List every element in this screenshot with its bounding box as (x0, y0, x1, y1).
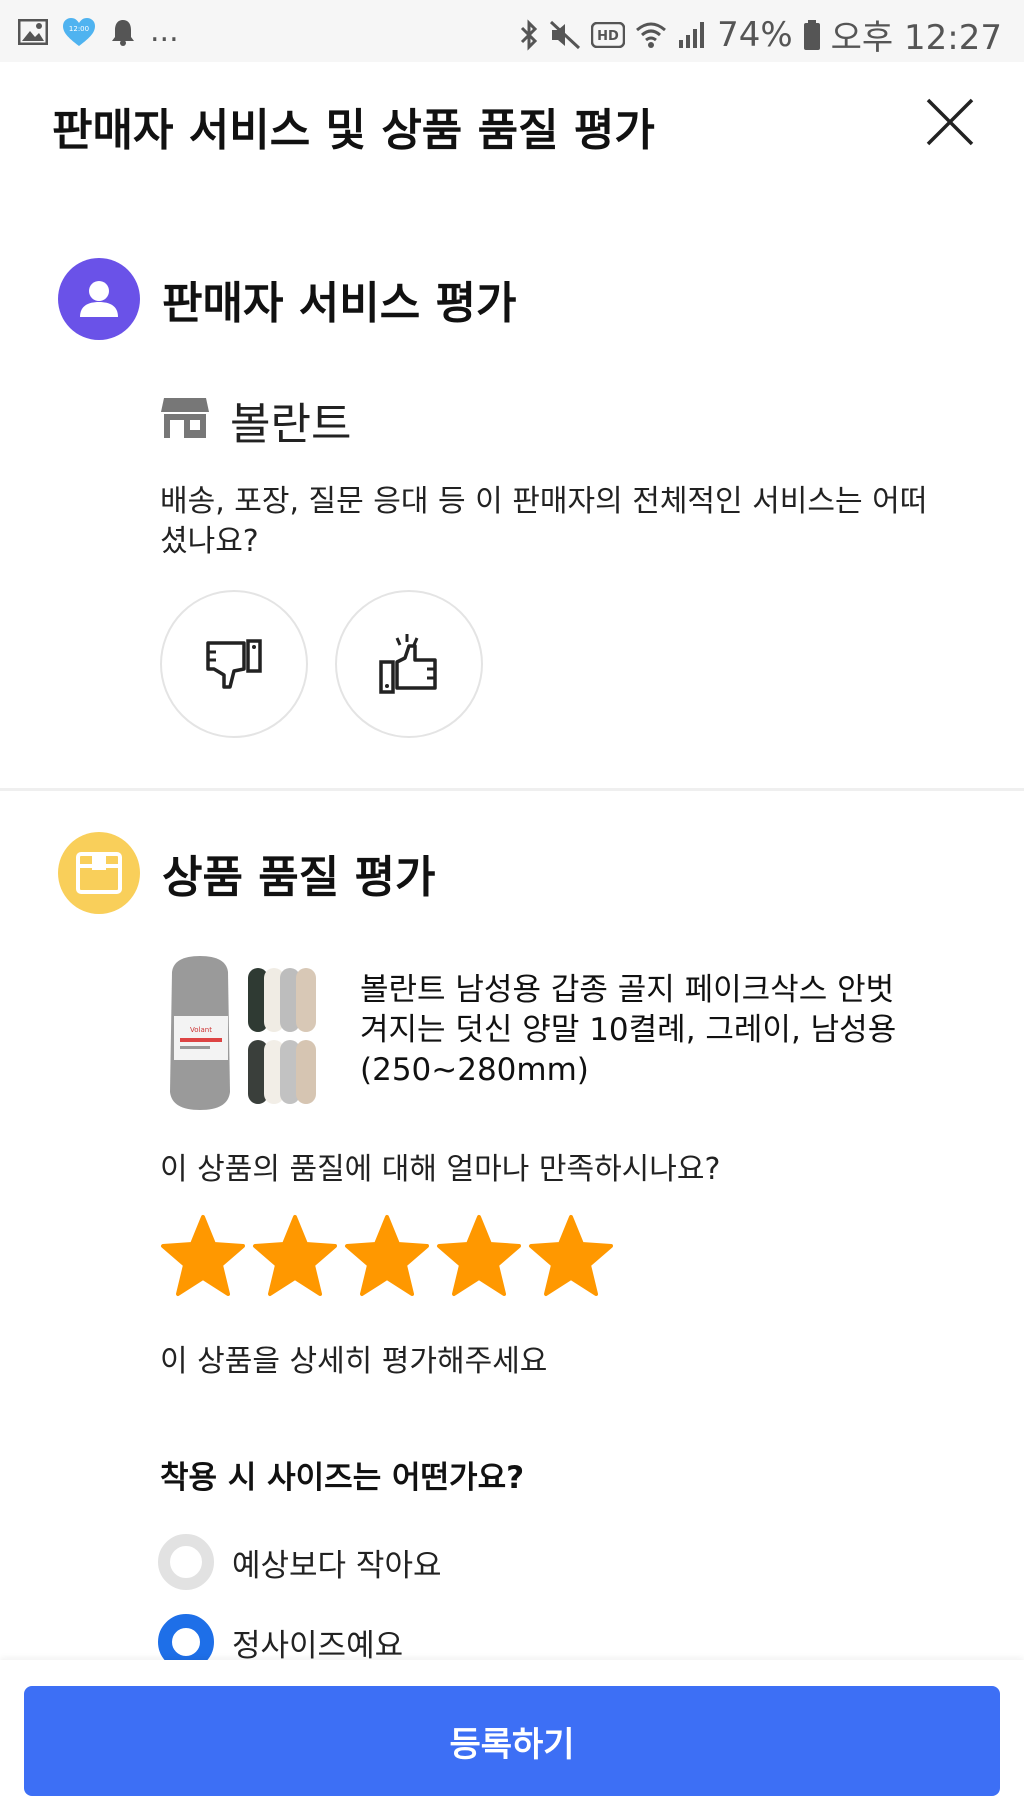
wifi-icon (635, 20, 667, 50)
store-row: 볼란트 (160, 388, 351, 452)
mute-icon (549, 20, 581, 50)
detail-prompt: 이 상품을 상세히 평가해주세요 (160, 1344, 548, 1379)
more-notifications: ... (150, 14, 179, 49)
gallery-icon (18, 18, 48, 45)
seller-question: 배송, 포장, 질문 응대 등 이 판매자의 전체적인 서비스는 어떠셨나요? (160, 484, 928, 559)
close-button[interactable] (920, 92, 980, 152)
status-bar: 12:00 ... HD 74% 오후 12:27 (0, 0, 1024, 62)
quality-section-header: 상품 품질 평가 (58, 832, 436, 914)
seller-section-header: 판매자 서비스 평가 (58, 258, 516, 340)
size-option-small-label: 예상보다 작아요 (232, 1547, 442, 1584)
battery-icon (803, 19, 821, 51)
radio-button[interactable] (158, 1534, 214, 1590)
section-divider (0, 788, 1024, 791)
product-image: Volant (164, 952, 334, 1114)
box-icon (58, 832, 140, 914)
status-left-icons: 12:00 ... (18, 14, 179, 49)
bluetooth-icon (519, 18, 539, 51)
header: 판매자 서비스 및 상품 품질 평가 (0, 62, 1024, 192)
size-option-small[interactable]: 예상보다 작아요 (158, 1534, 442, 1590)
bottom-bar: 등록하기 (0, 1660, 1024, 1820)
store-name: 볼란트 (230, 399, 352, 450)
star-icon[interactable] (528, 1214, 614, 1298)
battery-percent: 74% (717, 14, 793, 55)
heart-badge-text: 12:00 (69, 25, 89, 33)
thumbs-up-icon (379, 634, 437, 694)
submit-button[interactable]: 등록하기 (24, 1686, 1000, 1796)
person-icon (58, 258, 140, 340)
star-icon[interactable] (252, 1214, 338, 1298)
svg-text:Volant: Volant (190, 1026, 212, 1034)
thumbs-down-button[interactable] (160, 590, 308, 738)
quality-section-title: 상품 품질 평가 (162, 852, 436, 903)
clock: 오후 12:27 (830, 18, 1002, 58)
satisfaction-question: 이 상품의 품질에 대해 얼마나 만족하시나요? (160, 1152, 721, 1187)
bell-icon (110, 18, 136, 46)
size-option-true-label: 정사이즈예요 (232, 1627, 404, 1664)
product-name: 볼란트 남성용 갑종 골지 페이크삭스 안벗겨지는 덧신 양말 10켤례, 그레… (360, 972, 897, 1088)
store-icon (160, 396, 210, 444)
heart-badge-icon: 12:00 (62, 17, 96, 47)
hd-icon: HD (591, 21, 626, 48)
star-rating (160, 1214, 614, 1298)
thumbs-down-icon (206, 639, 262, 689)
star-icon[interactable] (160, 1214, 246, 1298)
thumbs-up-button[interactable] (335, 590, 483, 738)
svg-text:HD: HD (597, 29, 619, 44)
star-icon[interactable] (344, 1214, 430, 1298)
size-question: 착용 시 사이즈는 어떤가요? (160, 1460, 525, 1496)
seller-section-title: 판매자 서비스 평가 (162, 278, 517, 329)
close-icon (926, 98, 974, 146)
status-right-icons: HD 74% 오후 12:27 (519, 10, 1002, 59)
signal-icon (677, 20, 707, 50)
star-icon[interactable] (436, 1214, 522, 1298)
page-title: 판매자 서비스 및 상품 품질 평가 (52, 105, 655, 156)
